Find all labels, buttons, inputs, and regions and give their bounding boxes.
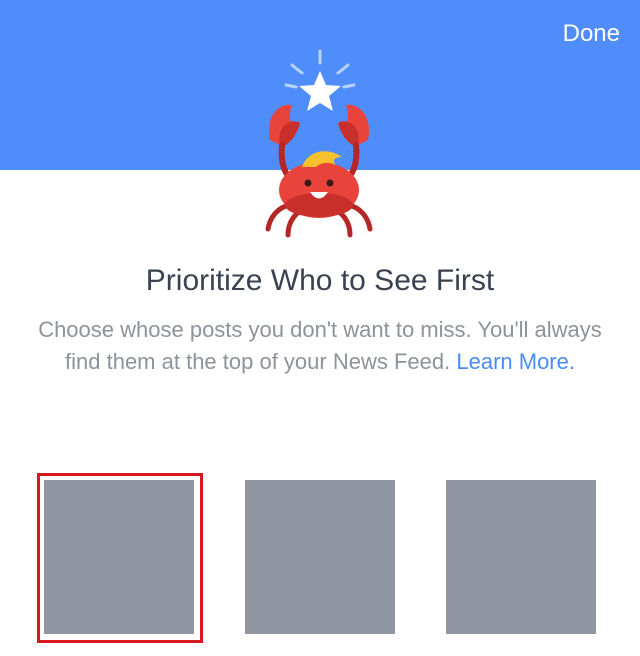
friend-tile[interactable] — [446, 480, 596, 634]
description: Choose whose posts you don't want to mis… — [30, 314, 610, 378]
friend-tile[interactable] — [245, 480, 395, 634]
page-title: Prioritize Who to See First — [145, 264, 495, 297]
crab-with-star-icon — [265, 49, 373, 238]
learn-more-link[interactable]: Learn More. — [456, 349, 575, 374]
friend-tile[interactable] — [42, 478, 196, 636]
done-button[interactable]: Done — [563, 20, 620, 48]
